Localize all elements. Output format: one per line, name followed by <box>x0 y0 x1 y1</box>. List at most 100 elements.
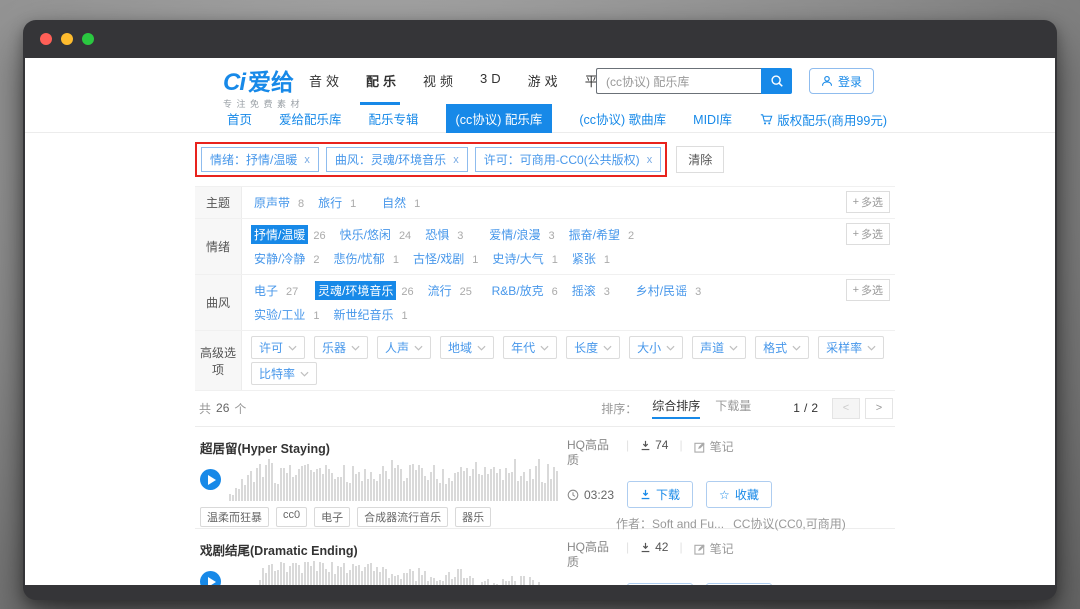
subnav-item[interactable]: (cc协议) 配乐库 <box>446 104 553 133</box>
window-close-button[interactable] <box>40 33 52 45</box>
subnav-item[interactable]: MIDI库 <box>693 109 732 128</box>
download-button[interactable]: 下载 <box>627 583 693 585</box>
waveform[interactable] <box>229 455 559 501</box>
waveform-bar <box>550 479 552 501</box>
advanced-filter-dropdown[interactable]: 地域 <box>440 336 494 359</box>
filter-option[interactable]: 乡村/民谣 3 <box>633 281 710 300</box>
sort-option[interactable]: 综合排序 <box>652 397 700 419</box>
plus-icon: + <box>853 196 859 208</box>
subnav-item[interactable]: (cc协议) 歌曲库 <box>579 109 666 128</box>
subnav-label: 首页 <box>227 113 252 127</box>
cart-link[interactable]: 版权配乐(商用99元) <box>760 110 887 129</box>
filter-option[interactable]: 悲伤/忧郁 1 <box>330 249 407 268</box>
waveform-bar <box>286 473 288 501</box>
search-input[interactable] <box>596 68 761 94</box>
advanced-filter-dropdown[interactable]: 声道 <box>692 336 746 359</box>
site-logo[interactable]: Ci 爱给 专注免费素材 <box>223 63 304 110</box>
filter-option[interactable]: 摇滚 3 <box>569 281 631 300</box>
advanced-filter-dropdown[interactable]: 比特率 <box>251 362 317 385</box>
sort-option[interactable]: 下载量 <box>715 397 751 419</box>
subnav-item[interactable]: 首页 <box>227 109 252 128</box>
filter-option[interactable]: 振奋/希望 2 <box>566 225 643 244</box>
filter-option[interactable]: 抒情/温暖 26 <box>251 225 335 244</box>
filter-option[interactable]: 古怪/戏剧 1 <box>410 249 487 268</box>
search-button[interactable] <box>761 68 792 94</box>
main-nav-item[interactable]: 视频 <box>423 71 457 90</box>
filter-option[interactable]: 爱情/浪漫 3 <box>486 225 563 244</box>
filter-option[interactable]: 史诗/大气 1 <box>489 249 566 268</box>
subnav-item[interactable]: 配乐专辑 <box>369 109 419 128</box>
waveform-bar <box>367 564 369 585</box>
favorite-button[interactable]: ☆ 收藏 <box>706 481 772 508</box>
filter-option[interactable]: R&B/放克 6 <box>489 281 567 300</box>
subnav-item[interactable]: 爱给配乐库 <box>279 109 342 128</box>
download-button[interactable]: 下载 <box>627 481 693 508</box>
waveform-bar <box>445 575 447 585</box>
filter-option[interactable]: 安静/冷静 2 <box>251 249 328 268</box>
page-content: Ci 爱给 专注免费素材 音效配乐视频3D游戏平面教程 <box>25 58 1055 585</box>
waveform-bar <box>310 566 312 585</box>
track-tag[interactable]: 器乐 <box>455 507 491 527</box>
filter-option[interactable]: 流行 25 <box>425 281 487 300</box>
main-nav-item[interactable]: 3D <box>480 71 505 90</box>
chip-close-icon[interactable]: x <box>647 154 653 166</box>
edit-note-icon <box>694 543 706 555</box>
filter-option[interactable]: 灵魂/环境音乐 26 <box>315 281 423 300</box>
advanced-filter-dropdown[interactable]: 人声 <box>377 336 431 359</box>
multi-select-button[interactable]: +多选 <box>846 223 890 245</box>
clear-filters-button[interactable]: 清除 <box>676 146 724 173</box>
advanced-filter-dropdown[interactable]: 乐器 <box>314 336 368 359</box>
favorite-button[interactable]: ☆ 收藏 <box>706 583 772 585</box>
login-button[interactable]: 登录 <box>809 68 874 94</box>
play-button[interactable] <box>200 571 221 585</box>
filter-option[interactable]: 恐惧 3 <box>422 225 484 244</box>
track-tag[interactable]: 合成器流行音乐 <box>357 507 448 527</box>
track-tag[interactable]: 温柔而狂暴 <box>200 507 269 527</box>
main-nav-item[interactable]: 游戏 <box>528 71 562 90</box>
main-nav-item[interactable]: 音效 <box>309 71 343 90</box>
filter-option[interactable]: 新世纪音乐 1 <box>330 305 416 324</box>
track-tag[interactable]: cc0 <box>276 507 307 527</box>
chip-close-icon[interactable]: x <box>453 154 459 166</box>
note-button[interactable]: 笔记 <box>694 438 734 455</box>
advanced-filter-dropdown[interactable]: 采样率 <box>818 336 884 359</box>
filter-chip[interactable]: 情绪：抒情/温暖 x <box>201 147 319 172</box>
advanced-filter-dropdown[interactable]: 许可 <box>251 336 305 359</box>
filter-chip[interactable]: 曲风：灵魂/环境音乐 x <box>326 147 468 172</box>
desktop-background: Ci 爱给 专注免费素材 音效配乐视频3D游戏平面教程 <box>0 0 1080 609</box>
advanced-filter-dropdown[interactable]: 大小 <box>629 336 683 359</box>
waveform-bar <box>364 567 366 585</box>
note-button[interactable]: 笔记 <box>694 540 734 557</box>
waveform[interactable] <box>229 557 559 585</box>
filter-option[interactable]: 快乐/悠闲 24 <box>337 225 421 244</box>
waveform-bar <box>325 465 327 501</box>
waveform-bar <box>247 475 249 501</box>
filter-option[interactable]: 紧张 1 <box>569 249 631 268</box>
play-button[interactable] <box>200 469 221 490</box>
chip-close-icon[interactable]: x <box>304 154 310 166</box>
waveform-bar <box>427 581 429 585</box>
prev-page-button[interactable]: < <box>832 398 860 419</box>
window-maximize-button[interactable] <box>82 33 94 45</box>
waveform-bar <box>448 478 450 501</box>
waveform-bar <box>394 468 396 501</box>
waveform-bar <box>547 464 549 501</box>
advanced-filter-dropdown[interactable]: 格式 <box>755 336 809 359</box>
window-minimize-button[interactable] <box>61 33 73 45</box>
filter-option[interactable]: 旅行 1 <box>315 193 377 212</box>
advanced-filter-dropdown[interactable]: 长度 <box>566 336 620 359</box>
advanced-filter-dropdown[interactable]: 年代 <box>503 336 557 359</box>
subnav-label: MIDI库 <box>693 113 732 127</box>
filter-option[interactable]: 原声带 8 <box>251 193 313 212</box>
multi-select-button[interactable]: +多选 <box>846 191 890 213</box>
waveform-bar <box>532 580 534 585</box>
main-nav-item[interactable]: 配乐 <box>366 71 400 90</box>
clock-icon <box>567 489 579 501</box>
track-tag[interactable]: 电子 <box>314 507 350 527</box>
next-page-button[interactable]: > <box>865 398 893 419</box>
filter-option[interactable]: 电子 27 <box>251 281 313 300</box>
filter-chip[interactable]: 许可：可商用-CC0(公共版权) x <box>475 147 662 172</box>
filter-option[interactable]: 自然 1 <box>379 193 441 212</box>
filter-option[interactable]: 实验/工业 1 <box>251 305 328 324</box>
multi-select-button[interactable]: +多选 <box>846 279 890 301</box>
